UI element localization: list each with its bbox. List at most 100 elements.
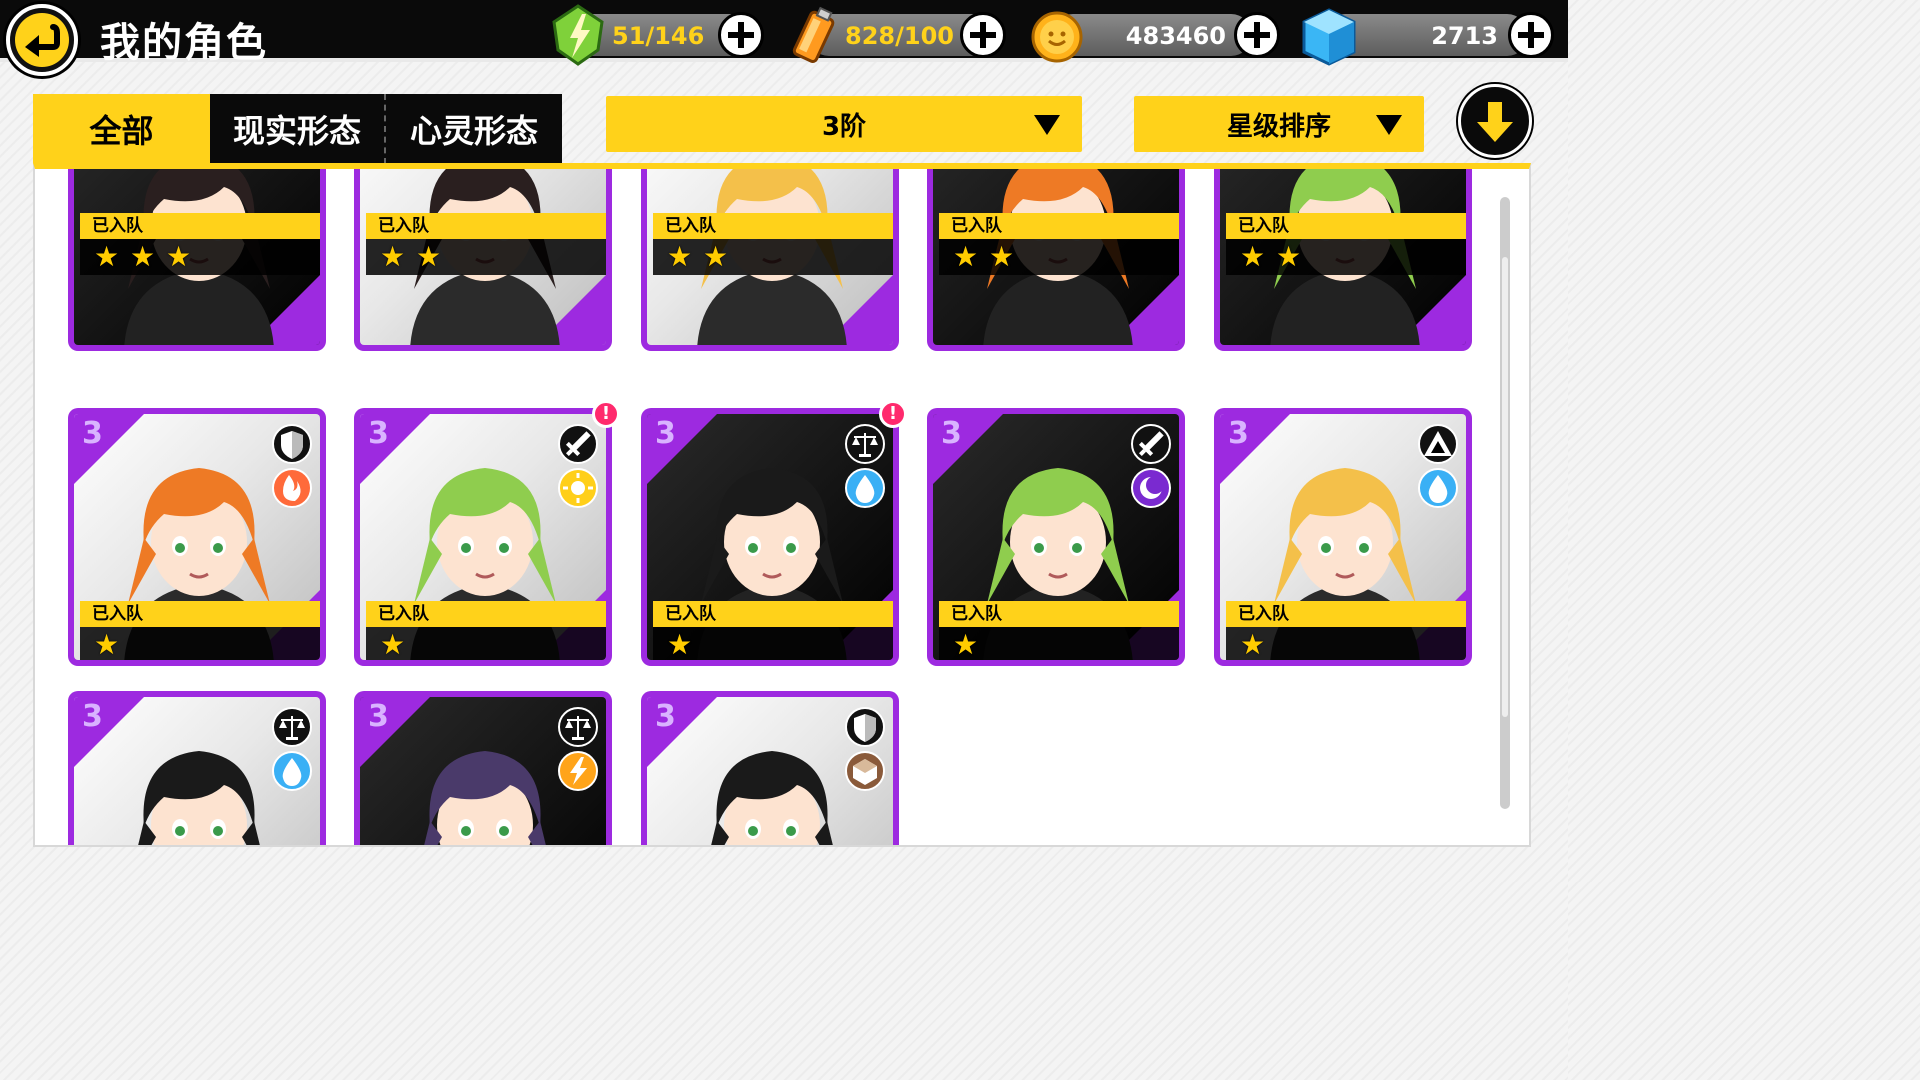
lightning-gem-icon [552, 4, 604, 66]
coin-add-button[interactable] [1234, 12, 1280, 58]
character-portrait-frame: 3 [74, 697, 320, 845]
tab-spirit-form[interactable]: 心灵形态 [386, 94, 562, 164]
character-portrait-frame: 3 已入队 ★ [74, 414, 320, 660]
top-bar: 我的角色 51/146 828/100 483460 2713 [0, 0, 1568, 66]
character-portrait-frame: 3 已入队 ★ [933, 414, 1179, 660]
gem-value: 2713 [1431, 22, 1498, 50]
gem-add-button[interactable] [1508, 12, 1554, 58]
battery-add-button[interactable] [960, 12, 1006, 58]
star-rating: ★ [653, 627, 893, 660]
alert-badge: ! [592, 400, 620, 428]
character-portrait [711, 751, 833, 845]
character-card[interactable]: 已入队 ★ ★ [1214, 169, 1472, 351]
character-panel: 已入队 ★ ★ ★ 已入队 ★ ★ 已入队 ★ ★ 已入队 ★ ★ 已入队 ★ … [33, 163, 1531, 847]
star-icon: ★ [953, 240, 979, 273]
coin-icon [1031, 11, 1083, 63]
star-icon: ★ [416, 240, 442, 273]
star-icon: ★ [703, 240, 729, 273]
star-icon: ★ [953, 628, 979, 660]
in-team-label: 已入队 [653, 213, 893, 239]
star-icon: ★ [667, 628, 693, 660]
coin-value: 483460 [1125, 22, 1226, 50]
star-icon: ★ [380, 628, 406, 660]
chevron-down-icon [1034, 115, 1060, 135]
battery-value: 828/100 [845, 22, 954, 50]
grade-filter-dropdown[interactable]: 3阶 [606, 96, 1082, 152]
character-portrait-frame: 已入队 ★ ★ [647, 169, 893, 345]
in-team-label: 已入队 [80, 601, 320, 627]
sword-icon [558, 424, 598, 464]
grade-number: 3 [368, 699, 389, 734]
character-card[interactable]: 3 已入队 ★ [68, 408, 326, 666]
water-drop-icon [845, 468, 885, 508]
star-icon: ★ [94, 628, 120, 660]
star-icon: ★ [1240, 628, 1266, 660]
sort-direction-button[interactable] [1458, 84, 1532, 158]
plus-icon [1518, 22, 1544, 48]
scale-icon [272, 707, 312, 747]
sort-label: 星级排序 [1226, 111, 1331, 142]
character-card[interactable]: 3 已入队 ★! [354, 400, 620, 666]
grade-number: 3 [1228, 416, 1249, 451]
water-drop-icon [1418, 468, 1458, 508]
in-team-label: 已入队 [653, 601, 893, 627]
character-card[interactable]: 已入队 ★ ★ ★ [68, 169, 326, 351]
star-rating: ★ ★ ★ [80, 239, 320, 275]
in-team-label: 已入队 [80, 213, 320, 239]
star-icon: ★ [667, 240, 693, 273]
stamina-add-button[interactable] [718, 12, 764, 58]
blue-cube-icon [1302, 8, 1356, 66]
character-portrait-frame: 3 已入队 ★ [647, 414, 893, 660]
scrollbar[interactable] [1500, 197, 1510, 809]
arrow-down-icon [1477, 102, 1513, 142]
scale-icon [558, 707, 598, 747]
tab-reality-form[interactable]: 现实形态 [210, 94, 386, 164]
star-icon: ★ [94, 240, 120, 273]
scrollbar-thumb[interactable] [1502, 257, 1508, 717]
star-rating: ★ [1226, 627, 1466, 660]
star-rating: ★ ★ [939, 239, 1179, 275]
grade-number: 3 [82, 416, 103, 451]
character-portrait-frame: 3 已入队 ★ [1220, 414, 1466, 660]
character-card[interactable]: 3 [354, 691, 612, 845]
character-card[interactable]: 3 已入队 ★ [1214, 408, 1472, 666]
shield-icon [845, 707, 885, 747]
grade-number: 3 [368, 416, 389, 451]
water-drop-icon [272, 751, 312, 791]
tab-all[interactable]: 全部 [33, 94, 210, 164]
in-team-label: 已入队 [939, 213, 1179, 239]
character-portrait-frame: 3 已入队 ★ [360, 414, 606, 660]
star-icon: ★ [380, 240, 406, 273]
character-card[interactable]: 3 已入队 ★ [927, 408, 1185, 666]
star-rating: ★ [80, 627, 320, 660]
grade-number: 3 [655, 699, 676, 734]
back-button[interactable] [6, 4, 78, 76]
grade-number: 3 [82, 699, 103, 734]
character-card[interactable]: 已入队 ★ ★ [354, 169, 612, 351]
sort-dropdown[interactable]: 星级排序 [1134, 96, 1424, 152]
star-icon: ★ [989, 240, 1015, 273]
in-team-label: 已入队 [939, 601, 1179, 627]
character-card[interactable]: 3 已入队 ★! [641, 400, 907, 666]
character-portrait [424, 751, 546, 845]
star-rating: ★ [366, 627, 606, 660]
back-arrow-icon [25, 24, 60, 57]
chevron-down-icon [1376, 115, 1402, 135]
character-card[interactable]: 3 [68, 691, 326, 845]
plus-icon [728, 22, 754, 48]
grade-number: 3 [655, 416, 676, 451]
star-icon: ★ [1240, 240, 1266, 273]
character-portrait-frame: 已入队 ★ ★ [1220, 169, 1466, 345]
earth-icon [845, 751, 885, 791]
in-team-label: 已入队 [1226, 213, 1466, 239]
triangle-icon [1418, 424, 1458, 464]
character-portrait [138, 751, 260, 845]
star-icon: ★ [1276, 240, 1302, 273]
grade-number: 3 [941, 416, 962, 451]
page-title: 我的角色 [100, 20, 268, 66]
character-card[interactable]: 已入队 ★ ★ [927, 169, 1185, 351]
character-card[interactable]: 3 [641, 691, 899, 845]
character-card[interactable]: 已入队 ★ ★ [641, 169, 899, 351]
in-team-label: 已入队 [1226, 601, 1466, 627]
moon-icon [1131, 468, 1171, 508]
